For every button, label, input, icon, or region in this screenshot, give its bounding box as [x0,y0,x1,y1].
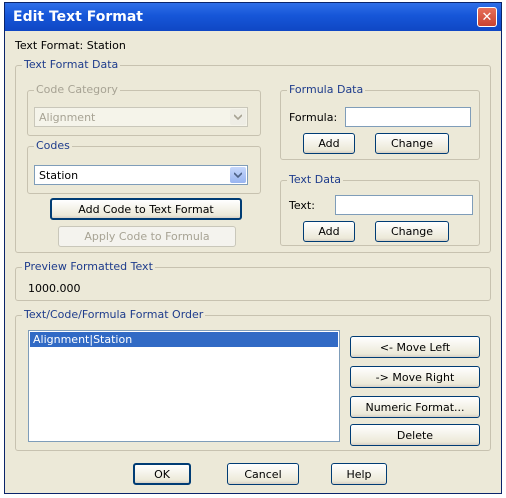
formula-data-group: Formula Data Formula: Add Change [280,83,480,160]
codes-value: Station [39,168,79,182]
chevron-down-icon [230,109,246,125]
formula-input[interactable] [345,107,471,127]
list-item[interactable]: Alignment|Station [30,332,338,347]
formula-label: Formula: [289,111,338,124]
add-code-to-text-format-button[interactable]: Add Code to Text Format [50,198,242,220]
delete-button[interactable]: Delete [350,424,480,446]
window-title: Edit Text Format [13,9,143,25]
codes-legend: Codes [34,139,72,152]
cancel-button[interactable]: Cancel [227,463,299,485]
close-icon: ✕ [481,9,493,25]
text-data-legend: Text Data [287,173,344,186]
codes-select[interactable]: Station [34,165,248,185]
text-add-button[interactable]: Add [303,221,355,242]
close-button[interactable]: ✕ [477,7,497,27]
apply-code-to-formula-button[interactable]: Apply Code to Formula [58,226,236,247]
code-category-value: Alignment [39,110,96,124]
code-category-group: Code Category Alignment [27,83,261,136]
text-input[interactable] [335,195,473,215]
help-button[interactable]: Help [331,463,387,485]
text-change-button[interactable]: Change [375,221,449,242]
format-order-legend: Text/Code/Formula Format Order [22,308,206,321]
codes-group: Codes Station [27,139,261,194]
text-format-data-legend: Text Format Data [22,58,121,71]
format-order-list[interactable]: Alignment|Station [28,330,340,442]
code-category-legend: Code Category [34,83,120,96]
text-format-subtitle: Text Format: Station [15,39,126,52]
ok-button[interactable]: OK [133,463,191,485]
text-data-group: Text Data Text: Add Change [280,173,480,246]
chevron-down-icon [230,167,246,183]
text-label: Text: [289,199,315,212]
edit-text-format-dialog: Edit Text Format ✕ Text Format: Station … [4,2,502,494]
numeric-format-button[interactable]: Numeric Format... [350,396,480,418]
formula-change-button[interactable]: Change [375,133,449,154]
formula-data-legend: Formula Data [287,83,366,96]
move-left-button[interactable]: <- Move Left [350,336,480,358]
preview-legend: Preview Formatted Text [22,260,155,273]
move-right-button[interactable]: -> Move Right [350,366,480,388]
preview-formatted-text-group: Preview Formatted Text 1000.000 [15,260,491,301]
format-order-group: Text/Code/Formula Format Order Alignment… [15,308,491,451]
formula-add-button[interactable]: Add [303,133,355,154]
title-bar: Edit Text Format ✕ [5,3,501,31]
preview-value: 1000.000 [28,282,81,295]
text-format-data-group: Text Format Data Code Category Alignment… [15,58,491,253]
code-category-select[interactable]: Alignment [34,107,248,127]
